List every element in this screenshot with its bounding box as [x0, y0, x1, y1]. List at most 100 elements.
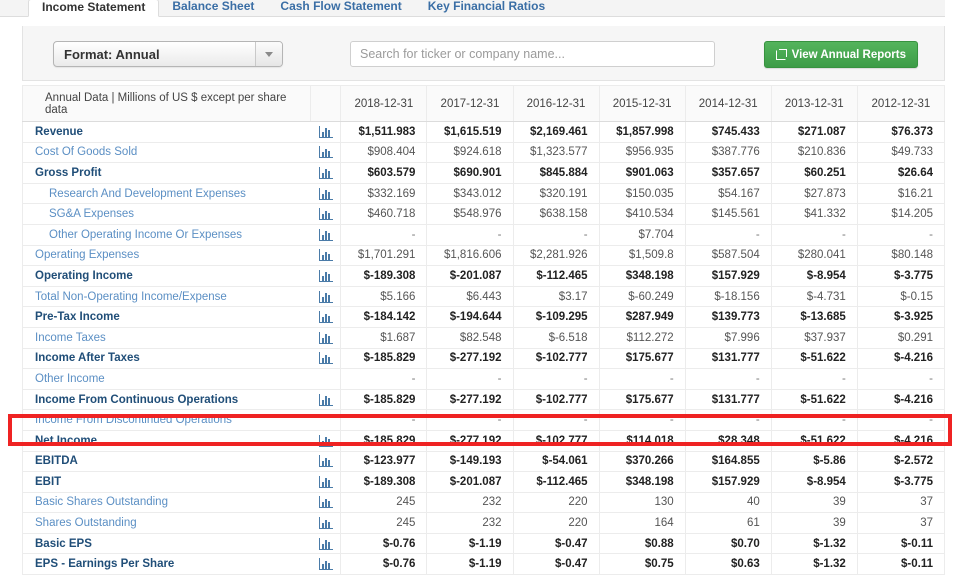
search-input[interactable]: [351, 42, 714, 66]
cell-value: 39: [770, 512, 858, 534]
row-chart-icon-cell[interactable]: [310, 491, 342, 514]
row-label[interactable]: EPS - Earnings Per Share: [21, 553, 311, 575]
row-label[interactable]: EBIT: [21, 471, 311, 493]
row-chart-icon-cell[interactable]: [310, 141, 342, 164]
bar-chart-icon[interactable]: [318, 166, 333, 179]
tab-key-financial-ratios[interactable]: Key Financial Ratios: [415, 0, 558, 16]
chevron-down-icon[interactable]: [255, 42, 282, 66]
row-chart-icon-cell[interactable]: [310, 450, 342, 473]
row-label[interactable]: Income Taxes: [21, 326, 311, 349]
row-chart-icon-cell[interactable]: [310, 471, 342, 493]
cell-value: -: [856, 223, 946, 246]
cell-value: $-0.47: [512, 553, 600, 575]
financial-table-wrapper: Annual Data | Millions of US $ except pe…: [21, 85, 946, 575]
column-header-2018-12-31: 2018-12-31: [340, 85, 428, 122]
tab-cash-flow-statement[interactable]: Cash Flow Statement: [267, 0, 414, 16]
bar-chart-icon[interactable]: [318, 146, 333, 159]
bar-chart-icon[interactable]: [318, 269, 333, 282]
cell-value: $60.251: [770, 162, 858, 184]
format-select[interactable]: Format: Annual: [53, 41, 283, 67]
cell-value: 220: [512, 512, 600, 534]
row-label[interactable]: Basic EPS: [21, 532, 311, 555]
row-label[interactable]: Shares Outstanding: [21, 512, 311, 534]
row-chart-icon-cell[interactable]: [310, 223, 342, 246]
bar-chart-icon[interactable]: [318, 290, 333, 303]
cell-value: $1,701.291: [340, 244, 428, 267]
row-label[interactable]: Cost Of Goods Sold: [21, 141, 311, 164]
bar-chart-icon[interactable]: [318, 455, 333, 468]
cell-value: $-0.76: [340, 532, 428, 555]
cell-value: $357.657: [684, 162, 772, 184]
cell-value: $-2.572: [856, 450, 946, 473]
row-chart-icon-cell[interactable]: [310, 388, 342, 411]
cell-value: $157.929: [684, 265, 772, 287]
bar-chart-icon[interactable]: [318, 331, 333, 344]
row-chart-icon-cell[interactable]: [310, 203, 342, 225]
table-row: Research And Development Expenses $332.16…: [21, 182, 946, 205]
cell-value: $271.087: [770, 121, 858, 143]
cell-value: $-3.925: [856, 306, 946, 328]
bar-chart-icon[interactable]: [318, 393, 333, 406]
row-label[interactable]: Revenue: [21, 121, 311, 143]
bar-chart-icon[interactable]: [318, 125, 333, 138]
cell-value: $348.198: [598, 471, 686, 493]
row-label[interactable]: SG&A Expenses: [21, 203, 311, 225]
view-annual-reports-button[interactable]: View Annual Reports: [763, 41, 918, 68]
search-box[interactable]: [350, 41, 715, 67]
row-label[interactable]: Basic Shares Outstanding: [21, 491, 311, 514]
row-chart-icon-cell[interactable]: [310, 285, 342, 308]
row-chart-icon-cell[interactable]: [310, 306, 342, 328]
row-chart-icon-cell[interactable]: [310, 244, 342, 267]
row-chart-icon-cell[interactable]: [310, 347, 342, 370]
row-label[interactable]: Operating Expenses: [21, 244, 311, 267]
cell-value: 130: [598, 491, 686, 514]
financial-statement-page: Income Statement Balance Sheet Cash Flow S…: [0, 0, 960, 575]
cell-value: $-201.087: [426, 265, 514, 287]
cell-value: $-112.465: [512, 471, 600, 493]
row-label[interactable]: Total Non-Operating Income/Expense: [21, 285, 311, 308]
row-label[interactable]: Income From Continuous Operations: [21, 388, 311, 411]
bar-chart-icon[interactable]: [318, 311, 333, 324]
row-label[interactable]: Gross Profit: [21, 162, 311, 184]
row-chart-icon-cell[interactable]: [310, 162, 342, 184]
cell-value: $-8.954: [770, 471, 858, 493]
row-chart-icon-cell[interactable]: [310, 553, 342, 575]
view-annual-reports-label: View Annual Reports: [791, 48, 906, 61]
row-label[interactable]: Pre-Tax Income: [21, 306, 311, 328]
row-label[interactable]: Other Income: [21, 368, 311, 390]
cell-value: $-51.622: [770, 347, 858, 370]
bar-chart-icon[interactable]: [318, 496, 333, 509]
row-chart-icon-cell[interactable]: [310, 429, 342, 452]
row-label[interactable]: Income From Discontinued Operations: [21, 409, 311, 431]
row-label[interactable]: Operating Income: [21, 265, 311, 287]
row-label[interactable]: Research And Development Expenses: [21, 182, 311, 205]
bar-chart-icon[interactable]: [318, 558, 333, 571]
row-chart-icon-cell[interactable]: [310, 512, 342, 534]
bar-chart-icon[interactable]: [318, 208, 333, 221]
row-chart-icon-cell[interactable]: [310, 265, 342, 287]
table-toolbar: Format: Annual View Annual Reports: [22, 26, 945, 81]
cell-value: $150.035: [598, 182, 686, 205]
row-chart-icon-cell[interactable]: [310, 121, 342, 143]
cell-value: $0.88: [598, 532, 686, 555]
row-chart-icon-cell[interactable]: [310, 532, 342, 555]
cell-value: 220: [512, 491, 600, 514]
row-chart-icon-cell[interactable]: [310, 326, 342, 349]
row-label[interactable]: Income After Taxes: [21, 347, 311, 370]
bar-chart-icon[interactable]: [318, 537, 333, 550]
cell-value: $1,511.983: [340, 121, 428, 143]
bar-chart-icon[interactable]: [318, 475, 333, 488]
tab-balance-sheet[interactable]: Balance Sheet: [159, 0, 267, 16]
cell-value: $-13.685: [770, 306, 858, 328]
bar-chart-icon[interactable]: [318, 434, 333, 447]
row-label[interactable]: EBITDA: [21, 450, 311, 473]
row-label[interactable]: Net Income: [21, 429, 311, 452]
bar-chart-icon[interactable]: [318, 352, 333, 365]
bar-chart-icon[interactable]: [318, 187, 333, 200]
bar-chart-icon[interactable]: [318, 517, 333, 530]
row-label[interactable]: Other Operating Income Or Expenses: [21, 223, 311, 246]
row-chart-icon-cell[interactable]: [310, 182, 342, 205]
bar-chart-icon[interactable]: [318, 228, 333, 241]
bar-chart-icon[interactable]: [318, 249, 333, 262]
tab-income-statement[interactable]: Income Statement: [28, 0, 160, 17]
